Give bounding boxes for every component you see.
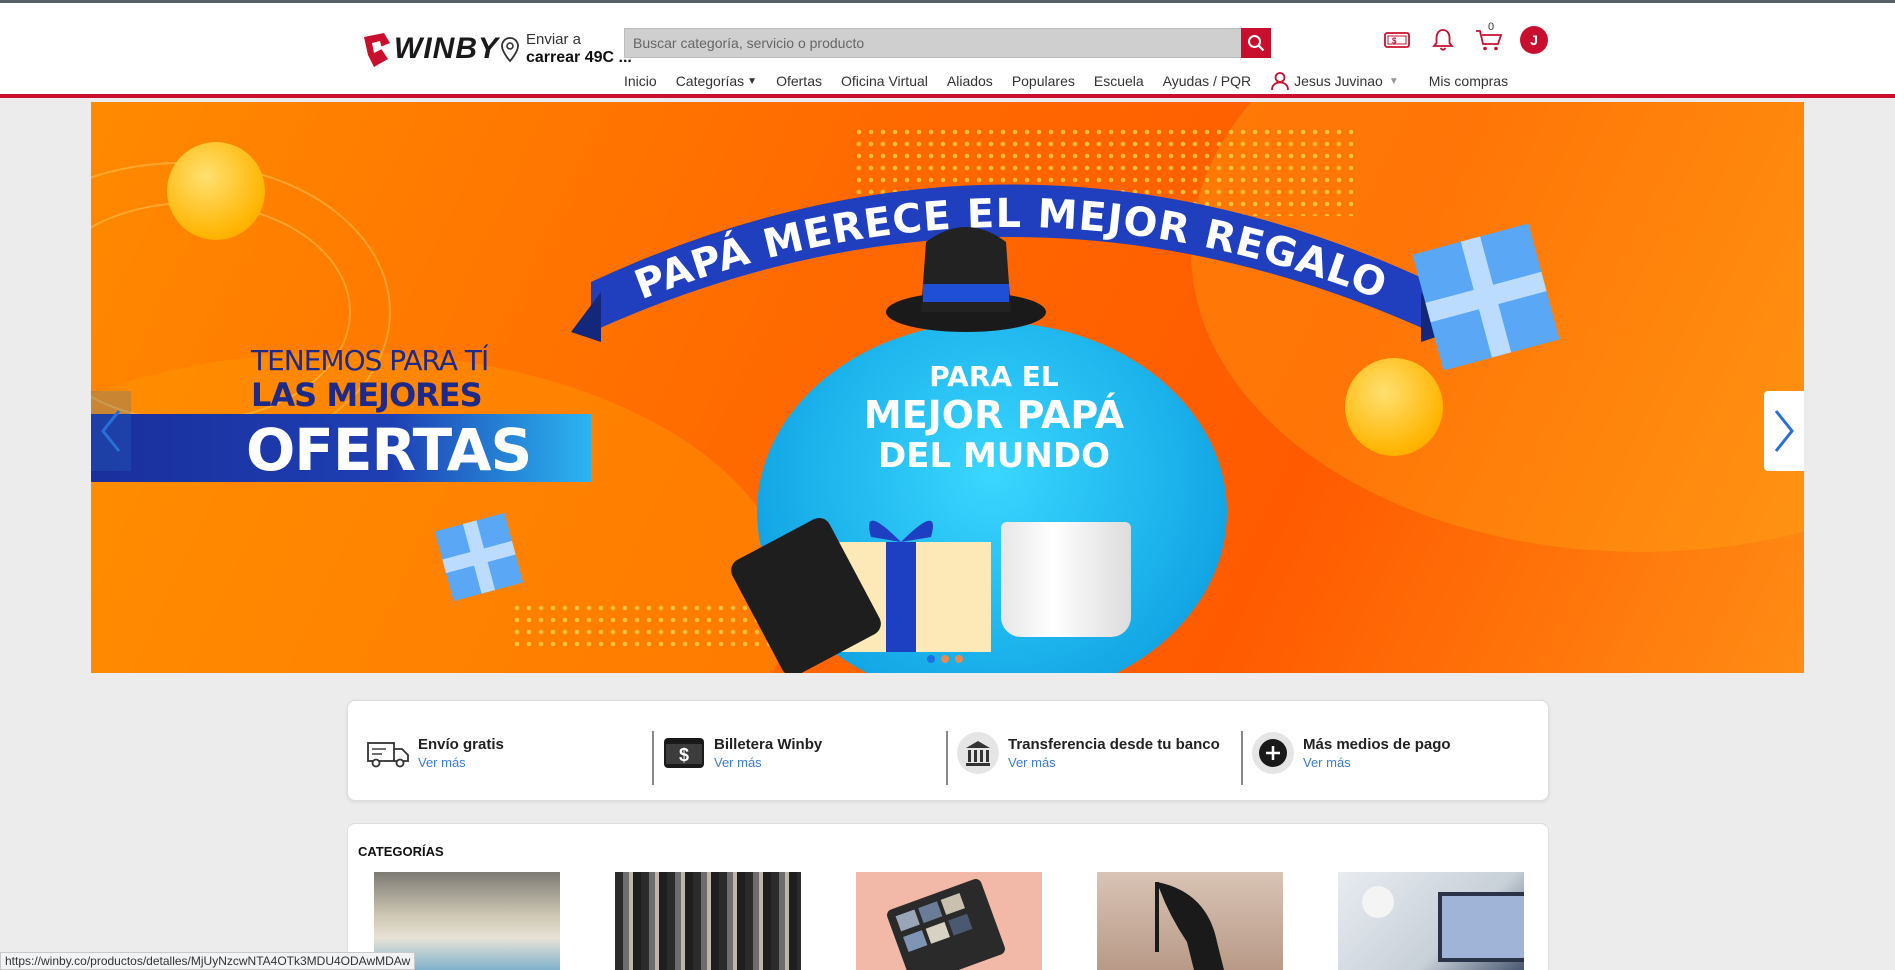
payment-methods-strip: Envío gratis Ver más $ Billetera Winby V… bbox=[347, 700, 1549, 801]
ship-to-selector[interactable]: Enviar a carrear 49C ... bbox=[500, 31, 632, 67]
wallet-header-button[interactable]: $ bbox=[1382, 25, 1412, 55]
category-card-beauty[interactable] bbox=[856, 872, 1042, 970]
money-icon: $ bbox=[1384, 32, 1410, 48]
category-card-clothing[interactable] bbox=[615, 872, 801, 970]
mug-illustration bbox=[1001, 522, 1131, 637]
divider bbox=[1241, 731, 1243, 785]
payment-title: Billetera Winby bbox=[714, 736, 823, 753]
monitor-illustration bbox=[1362, 886, 1524, 962]
payment-item-transferencia[interactable]: Transferencia desde tu banco Ver más bbox=[956, 731, 1220, 775]
plus-circle-icon bbox=[1251, 731, 1295, 775]
search-input[interactable] bbox=[625, 29, 1235, 57]
offers-line-1: TENEMOS PARA TÍ bbox=[251, 344, 489, 377]
chevron-right-icon bbox=[1774, 410, 1794, 452]
cart-count: 0 bbox=[1488, 21, 1495, 33]
user-avatar[interactable]: J bbox=[1520, 26, 1548, 54]
svg-text:$: $ bbox=[1392, 37, 1397, 46]
location-pin-icon bbox=[501, 37, 519, 63]
site-header: WINBY Enviar a carrear 49C ... $ bbox=[0, 3, 1895, 98]
truck-icon bbox=[366, 731, 410, 775]
banner-sun bbox=[167, 142, 265, 240]
carousel-prev-button[interactable] bbox=[91, 391, 131, 471]
carousel-dots bbox=[927, 655, 969, 663]
offers-line-3: OFERTAS bbox=[246, 416, 532, 484]
wallet-icon: $ bbox=[662, 731, 706, 775]
winby-logo-icon bbox=[364, 33, 390, 67]
logo-text: WINBY bbox=[394, 32, 499, 65]
divider bbox=[652, 731, 654, 785]
makeup-palette-illustration bbox=[887, 879, 1005, 970]
main-nav: Inicio Categorías ▼ Ofertas Oficina Virtu… bbox=[624, 71, 1527, 91]
payment-item-billetera[interactable]: $ Billetera Winby Ver más bbox=[662, 731, 822, 775]
payment-link[interactable]: Ver más bbox=[1303, 755, 1451, 770]
bubble-text: PARA EL MEJOR PAPÁ DEL MUNDO bbox=[824, 360, 1164, 476]
divider bbox=[946, 731, 948, 785]
nav-aliados[interactable]: Aliados bbox=[947, 73, 993, 89]
bubble-line-3: DEL MUNDO bbox=[878, 436, 1110, 476]
payment-item-envio[interactable]: Envío gratis Ver más bbox=[366, 731, 504, 775]
offers-line-2: LAS MEJORES bbox=[251, 376, 483, 414]
nav-populares[interactable]: Populares bbox=[1012, 73, 1075, 89]
payment-link[interactable]: Ver más bbox=[714, 755, 822, 770]
heels-illustration bbox=[1155, 882, 1224, 970]
chevron-down-icon: ▼ bbox=[1388, 75, 1399, 87]
carousel-dot[interactable] bbox=[955, 655, 963, 663]
bank-icon bbox=[956, 731, 1000, 775]
nav-oficina-virtual[interactable]: Oficina Virtual bbox=[841, 73, 928, 89]
payment-title: Transferencia desde tu banco bbox=[1008, 736, 1220, 753]
chevron-down-icon: ▼ bbox=[747, 75, 758, 87]
winby-logo[interactable]: WINBY bbox=[362, 29, 499, 69]
payment-title: Más medios de pago bbox=[1303, 736, 1451, 753]
payment-link[interactable]: Ver más bbox=[1008, 755, 1220, 770]
bubble-line-2: MEJOR PAPÁ bbox=[863, 393, 1125, 437]
ship-address: carrear 49C ... bbox=[526, 49, 632, 66]
svg-text:$: $ bbox=[679, 745, 689, 765]
nav-categorias-label: Categorías bbox=[675, 73, 745, 89]
user-menu[interactable]: Jesus Juvinao ▼ bbox=[1270, 71, 1399, 91]
cart-button[interactable]: 0 bbox=[1474, 21, 1504, 55]
header-icons: $ 0 J bbox=[1382, 21, 1548, 55]
user-name: Jesus Juvinao bbox=[1294, 73, 1383, 89]
hero-banner[interactable]: PAPÁ MERECE EL MEJOR REGALO TENEMOS PARA… bbox=[91, 102, 1804, 673]
nav-ayudas[interactable]: Ayudas / PQR bbox=[1163, 73, 1251, 89]
categories-title: CATEGORÍAS bbox=[358, 844, 444, 859]
ship-label: Enviar a bbox=[526, 31, 582, 48]
nav-inicio[interactable]: Inicio bbox=[624, 73, 657, 89]
payment-link[interactable]: Ver más bbox=[418, 755, 504, 770]
search-button[interactable] bbox=[1241, 28, 1271, 58]
nav-escuela[interactable]: Escuela bbox=[1094, 73, 1144, 89]
chevron-left-icon bbox=[101, 410, 121, 452]
nav-categorias[interactable]: Categorías ▼ bbox=[676, 73, 757, 89]
payment-title: Envío gratis bbox=[418, 736, 504, 753]
categories-section: CATEGORÍAS bbox=[347, 823, 1549, 970]
hat-illustration bbox=[886, 227, 1046, 332]
banner-sun bbox=[1345, 358, 1443, 456]
bell-icon bbox=[1432, 29, 1454, 51]
carousel-dot[interactable] bbox=[941, 655, 949, 663]
category-card-shoes[interactable] bbox=[1097, 872, 1283, 970]
carousel-dot[interactable] bbox=[927, 655, 935, 663]
search-icon bbox=[1248, 35, 1265, 52]
status-bar-url: https://winby.co/productos/detalles/MjUy… bbox=[0, 952, 416, 970]
category-card-technology[interactable] bbox=[1338, 872, 1524, 970]
payment-item-mas-medios[interactable]: Más medios de pago Ver más bbox=[1251, 731, 1451, 775]
nav-mis-compras[interactable]: Mis compras bbox=[1429, 73, 1508, 89]
search-bar bbox=[624, 28, 1271, 58]
notifications-button[interactable] bbox=[1428, 25, 1458, 55]
bubble-line-1: PARA EL bbox=[929, 360, 1059, 393]
nav-ofertas[interactable]: Ofertas bbox=[776, 73, 822, 89]
carousel-next-button[interactable] bbox=[1764, 391, 1804, 471]
user-icon bbox=[1271, 72, 1290, 91]
